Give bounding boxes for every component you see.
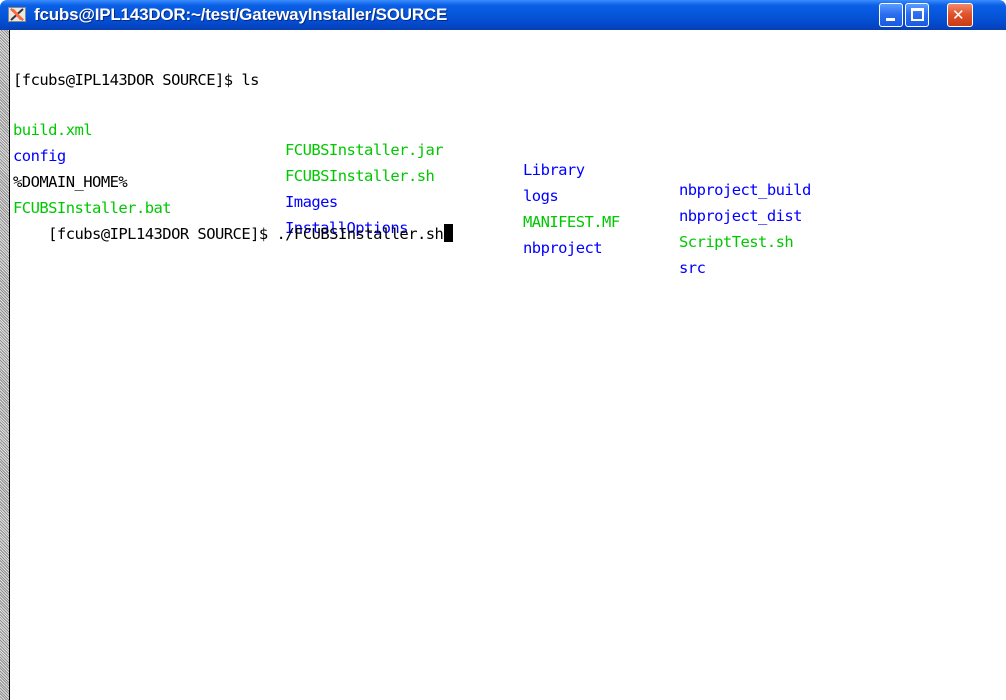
file-entry: MANIFEST.MF — [523, 213, 620, 231]
directory-entry: nbproject_dist — [679, 207, 803, 225]
minimize-button[interactable] — [879, 3, 903, 27]
maximize-button[interactable] — [905, 3, 929, 27]
directory-entry: src — [679, 259, 706, 277]
prompt-line: [fcubs@IPL143DOR SOURCE]$ ls — [13, 71, 259, 89]
directory-entry: nbproject_build — [679, 181, 811, 199]
window-title-bar[interactable]: fcubs@IPL143DOR:~/test/GatewayInstaller/… — [0, 0, 1006, 30]
text-cursor — [444, 224, 454, 242]
directory-entry: nbproject — [523, 239, 603, 257]
directory-entry: logs — [523, 187, 559, 205]
window-title: fcubs@IPL143DOR:~/test/GatewayInstaller/… — [34, 5, 448, 24]
listing-row: config FCUBSInstaller.sh logs nbproject_… — [13, 126, 803, 225]
directory-entry: Library — [523, 161, 585, 179]
close-button[interactable]: ✕ — [947, 3, 973, 27]
file-entry: FCUBSInstaller.sh — [285, 167, 435, 185]
command-text: [fcubs@IPL143DOR SOURCE]$ ./FCUBSInstall… — [48, 225, 444, 243]
terminal-output[interactable]: [fcubs@IPL143DOR SOURCE]$ ls build.xml F… — [13, 70, 1003, 700]
file-entry: ScriptTest.sh — [679, 233, 794, 251]
listing-row: build.xml FCUBSInstaller.jar Library nbp… — [13, 100, 811, 199]
maximize-icon — [911, 8, 924, 21]
file-entry: FCUBSInstaller.jar — [285, 141, 444, 159]
command-line[interactable]: [fcubs@IPL143DOR SOURCE]$ ./FCUBSInstall… — [13, 204, 454, 243]
listing-row: FCUBSInstaller.bat InstallOptions nbproj… — [13, 178, 706, 277]
close-icon: ✕ — [952, 6, 965, 24]
xterm-x-icon — [8, 7, 26, 22]
listing-row: %DOMAIN_HOME% Images MANIFEST.MF ScriptT… — [13, 152, 794, 251]
minimize-icon — [886, 18, 895, 21]
terminal-scrollbar[interactable] — [0, 30, 10, 700]
